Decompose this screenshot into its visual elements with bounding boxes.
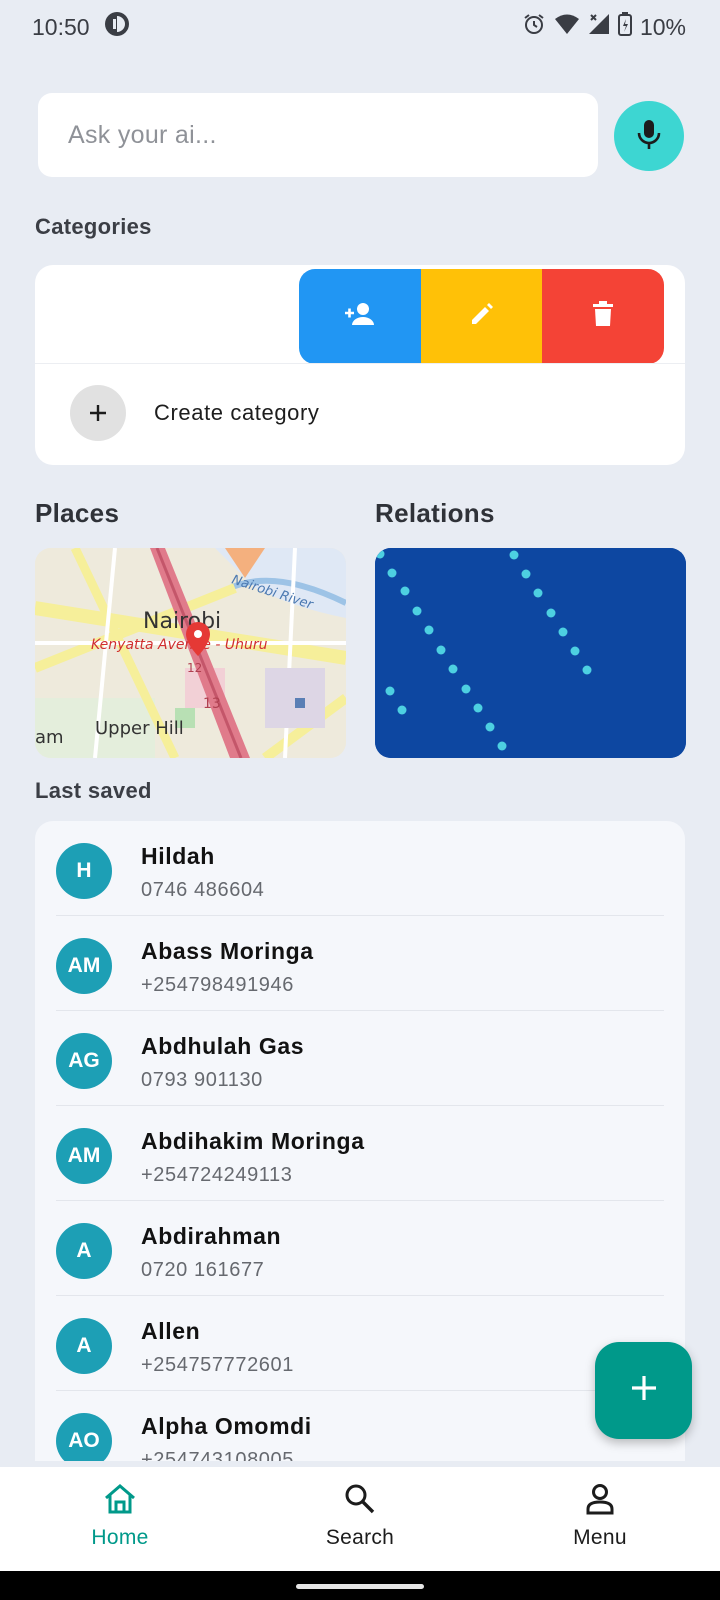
contact-row[interactable]: A Allen +254757772601 [35, 1296, 685, 1391]
map-pin-label: 12 [187, 661, 202, 675]
contact-name: Abdirahman [141, 1223, 282, 1249]
create-category-label: Create category [154, 400, 320, 425]
divider [35, 363, 685, 364]
search-icon [343, 1483, 377, 1520]
contact-row[interactable]: AM Abdihakim Moringa +254724249113 [35, 1106, 685, 1201]
categories-card: Create category [35, 265, 685, 465]
microphone-icon [636, 118, 662, 155]
relations-title: Relations [375, 498, 495, 528]
plus-circle-icon [70, 385, 126, 441]
contact-phone: 0720 161677 [141, 1259, 265, 1281]
category-swipe-actions [299, 269, 664, 364]
contact-name: Allen [141, 1318, 201, 1344]
contact-name: Hildah [141, 843, 215, 869]
avatar: AM [56, 938, 112, 994]
bottom-nav: Home Search Menu [0, 1467, 720, 1571]
relations-graphic [375, 548, 686, 758]
places-map[interactable]: Nairobi Kenyatta Avenue - Uhuru Nairobi … [35, 548, 346, 758]
person-icon [583, 1483, 617, 1520]
contact-name: Abdhulah Gas [141, 1033, 305, 1059]
status-time: 10:50 [32, 13, 90, 40]
nav-search[interactable]: Search [240, 1467, 480, 1571]
nav-menu-label: Menu [573, 1526, 627, 1549]
wifi-icon [554, 13, 580, 41]
person-add-icon [344, 302, 376, 331]
plus-icon [630, 1374, 658, 1407]
app-notification-icon [104, 11, 130, 43]
edit-category-button[interactable] [420, 269, 543, 364]
map-edge-label: am [35, 727, 64, 748]
categories-label: Categories [35, 214, 152, 239]
gesture-handle[interactable] [296, 1584, 424, 1589]
contact-row[interactable]: AO Alpha Omomdi +254743108005 [35, 1391, 685, 1461]
contact-name: Abdihakim Moringa [141, 1128, 365, 1154]
contacts-list: H Hildah 0746 486604 AM Abass Moringa +2… [35, 821, 685, 1461]
mic-button[interactable] [614, 101, 684, 171]
alarm-icon [522, 12, 546, 42]
contact-row[interactable]: AM Abass Moringa +254798491946 [35, 916, 685, 1011]
status-bar: 10:50 10% [0, 0, 720, 54]
nav-home-label: Home [91, 1526, 149, 1549]
avatar: H [56, 843, 112, 899]
battery-percent: 10% [639, 13, 686, 40]
contact-row[interactable]: A Abdirahman 0720 161677 [35, 1201, 685, 1296]
delete-category-button[interactable] [542, 269, 664, 364]
map-district-label: Upper Hill [95, 718, 184, 739]
create-category-button[interactable]: Create category [70, 385, 320, 441]
contact-phone: +254743108005 [141, 1449, 294, 1461]
avatar: A [56, 1318, 112, 1374]
edit-icon [469, 301, 495, 332]
contact-phone: +254757772601 [141, 1354, 294, 1376]
signal-icon [588, 13, 610, 41]
search-input[interactable]: Ask your ai... [38, 93, 598, 177]
map-street-label: Kenyatta Avenue - Uhuru [91, 637, 268, 653]
places-title: Places [35, 498, 120, 528]
map-city-label: Nairobi [143, 609, 221, 634]
assign-category-button[interactable] [299, 269, 421, 364]
last-saved-label: Last saved [35, 778, 152, 803]
home-icon [103, 1483, 137, 1520]
contact-phone: +254724249113 [141, 1164, 293, 1186]
map-graphic: Nairobi Kenyatta Avenue - Uhuru Nairobi … [35, 548, 346, 758]
battery-icon [617, 12, 632, 42]
map-route-label: 13 [203, 696, 221, 712]
avatar: AO [56, 1413, 112, 1461]
contact-name: Alpha Omomdi [141, 1413, 312, 1439]
gesture-bar [0, 1571, 720, 1600]
contact-row[interactable]: H Hildah 0746 486604 [35, 821, 685, 916]
avatar: AM [56, 1128, 112, 1184]
search-placeholder: Ask your ai... [68, 120, 217, 149]
nav-search-label: Search [325, 1526, 395, 1549]
relations-graph[interactable] [375, 548, 686, 758]
avatar: AG [56, 1033, 112, 1089]
contact-phone: 0793 901130 [141, 1069, 263, 1091]
contact-phone: +254798491946 [141, 974, 294, 996]
delete-icon [593, 301, 614, 332]
contact-name: Abass Moringa [141, 938, 314, 964]
avatar: A [56, 1223, 112, 1279]
contact-phone: 0746 486604 [141, 879, 265, 901]
contact-row[interactable]: AG Abdhulah Gas 0793 901130 [35, 1011, 685, 1106]
nav-home[interactable]: Home [0, 1467, 240, 1571]
nav-menu[interactable]: Menu [480, 1467, 720, 1571]
add-contact-button[interactable] [595, 1342, 692, 1439]
